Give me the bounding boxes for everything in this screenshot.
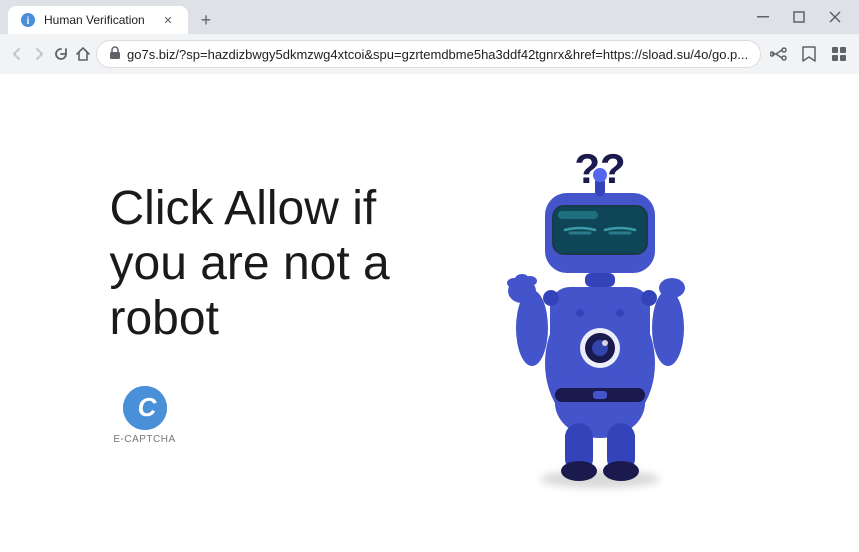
address-bar[interactable]: go7s.biz/?sp=hazdizbwgy5dkmzwg4xtcoi&spu… — [96, 40, 761, 68]
profile-button[interactable] — [855, 40, 859, 68]
back-button[interactable] — [8, 38, 26, 70]
tab-close-button[interactable]: ✕ — [160, 12, 176, 28]
lock-icon — [109, 46, 121, 63]
main-heading: Click Allow if you are not a robot — [110, 181, 450, 347]
robot-section: ?? — [450, 133, 750, 493]
bookmark-button[interactable] — [795, 40, 823, 68]
robot-illustration: ?? — [490, 133, 710, 493]
close-window-button[interactable] — [823, 5, 847, 29]
page-content: Click Allow if you are not a robot C E-C… — [0, 74, 859, 552]
captcha-c-logo: C — [123, 386, 167, 430]
captcha-logo: C E-CAPTCHA — [110, 386, 180, 445]
browser-tab[interactable]: i Human Verification ✕ — [8, 6, 188, 34]
address-bar-row: go7s.biz/?sp=hazdizbwgy5dkmzwg4xtcoi&spu… — [0, 34, 859, 74]
address-text: go7s.biz/?sp=hazdizbwgy5dkmzwg4xtcoi&spu… — [127, 47, 748, 62]
robot-svg: ?? — [490, 133, 710, 493]
home-button[interactable] — [74, 38, 92, 70]
tab-bar: i Human Verification ✕ + — [8, 0, 747, 34]
extensions-button[interactable] — [825, 40, 853, 68]
text-section: Click Allow if you are not a robot C E-C… — [110, 181, 450, 446]
new-tab-button[interactable]: + — [192, 6, 220, 34]
minimize-button[interactable] — [751, 5, 775, 29]
content-inner: Click Allow if you are not a robot C E-C… — [0, 74, 859, 552]
svg-text:C: C — [137, 392, 157, 422]
browser-window: i Human Verification ✕ + — [0, 0, 859, 552]
maximize-button[interactable] — [787, 5, 811, 29]
window-controls — [751, 5, 851, 29]
share-button[interactable] — [765, 40, 793, 68]
refresh-button[interactable] — [52, 38, 70, 70]
forward-button[interactable] — [30, 38, 48, 70]
address-actions — [765, 40, 859, 68]
title-bar: i Human Verification ✕ + — [0, 0, 859, 34]
svg-text:i: i — [27, 16, 30, 27]
tab-title: Human Verification — [44, 13, 152, 27]
captcha-label: E-CAPTCHA — [113, 434, 175, 445]
tab-favicon: i — [20, 12, 36, 28]
